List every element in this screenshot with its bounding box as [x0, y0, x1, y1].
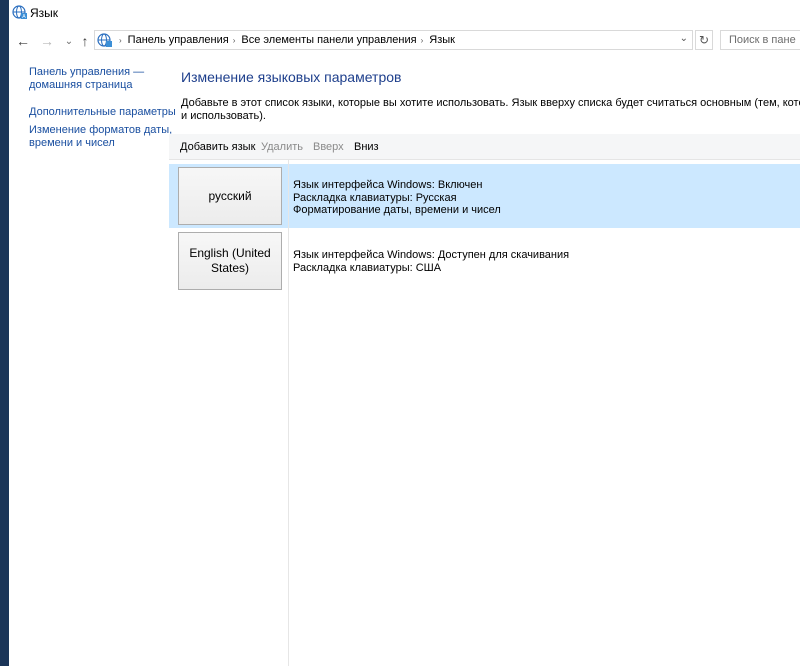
forward-arrow-icon[interactable]: → — [38, 32, 56, 50]
search-placeholder: Поиск в пане — [729, 34, 796, 46]
breadcrumb-separator-icon[interactable]: › — [233, 36, 236, 45]
navigation-bar: ← → ⌄ ↑ › Панель управления › Все элемен… — [9, 26, 800, 56]
refresh-button[interactable]: ↻ — [695, 30, 713, 50]
breadcrumb: › Панель управления › Все элементы панел… — [115, 34, 455, 46]
sidebar-link-advanced-settings[interactable]: Дополнительные параметры — [29, 106, 179, 119]
page-title: Изменение языковых параметров — [181, 69, 402, 85]
language-window: A Язык ← → ⌄ ↑ › Панель управления › Все… — [9, 0, 800, 666]
up-arrow-icon[interactable]: ↑ — [76, 32, 94, 50]
page-description: Добавьте в этот список языки, которые вы… — [181, 97, 800, 123]
language-row-english[interactable]: English (United States) Язык интерфейса … — [169, 229, 800, 293]
sidebar-link-change-formats[interactable]: Изменение форматов даты, времени и чисел — [29, 124, 179, 150]
breadcrumb-language[interactable]: Язык — [429, 34, 455, 46]
sidebar-link-text: Дополнительные параметры — [29, 106, 176, 118]
control-panel-language-icon — [97, 33, 112, 47]
address-bar[interactable]: › Панель управления › Все элементы панел… — [94, 30, 693, 50]
sidebar-link-text: Панель управления — — [29, 66, 145, 78]
breadcrumb-separator-icon[interactable]: › — [421, 36, 424, 45]
language-detail-line: Раскладка клавиатуры: США — [293, 261, 442, 274]
breadcrumb-all-items[interactable]: Все элементы панели управления — [241, 34, 416, 46]
language-name: русский — [208, 188, 252, 203]
back-arrow-icon[interactable]: ← — [14, 32, 32, 50]
language-icon: A — [12, 5, 27, 20]
language-name-button[interactable]: русский — [178, 167, 282, 225]
language-toolbar: Добавить язык Удалить Вверх Вниз — [169, 134, 800, 160]
svg-text:A: A — [22, 14, 26, 20]
title-bar: A Язык — [9, 0, 800, 26]
sidebar-link-text: Изменение форматов даты, — [29, 124, 173, 136]
language-details: Язык интерфейса Windows: Доступен для ск… — [293, 249, 569, 274]
add-language-button[interactable]: Добавить язык — [180, 141, 255, 153]
window-title: Язык — [30, 6, 59, 20]
refresh-icon: ↻ — [698, 33, 710, 47]
language-detail-line: Язык интерфейса Windows: Доступен для ск… — [293, 249, 570, 261]
sidebar: Панель управления — домашняя страница До… — [29, 66, 179, 164]
language-name: States) — [210, 261, 249, 275]
language-details: Язык интерфейса Windows: Включен Расклад… — [293, 179, 501, 217]
language-detail-line: Язык интерфейса Windows: Включен — [293, 179, 483, 191]
breadcrumb-separator-icon: › — [119, 35, 122, 45]
remove-button[interactable]: Удалить — [261, 141, 303, 153]
address-dropdown-chevron-icon[interactable]: ⌄ — [680, 33, 688, 44]
move-up-button[interactable]: Вверх — [313, 141, 344, 153]
sidebar-link-control-panel-home[interactable]: Панель управления — домашняя страница — [29, 66, 179, 92]
sidebar-link-text: времени и чисел — [29, 137, 115, 149]
description-line: и использовать). — [181, 110, 266, 122]
move-down-button[interactable]: Вниз — [354, 141, 379, 153]
sidebar-link-text: домашняя страница — [29, 79, 133, 91]
language-name: English (United — [189, 246, 271, 260]
language-name-button[interactable]: English (United States) — [178, 232, 282, 290]
search-input[interactable]: Поиск в пане — [720, 30, 800, 50]
language-detail-line[interactable]: Форматирование даты, времени и чисел — [293, 204, 501, 217]
desktop-edge — [0, 0, 9, 666]
breadcrumb-control-panel[interactable]: Панель управления — [128, 34, 229, 46]
description-line: Добавьте в этот список языки, которые вы… — [181, 97, 800, 109]
language-detail-line: Раскладка клавиатуры: Русская — [293, 191, 457, 204]
language-row-russian[interactable]: русский Язык интерфейса Windows: Включен… — [169, 164, 800, 228]
